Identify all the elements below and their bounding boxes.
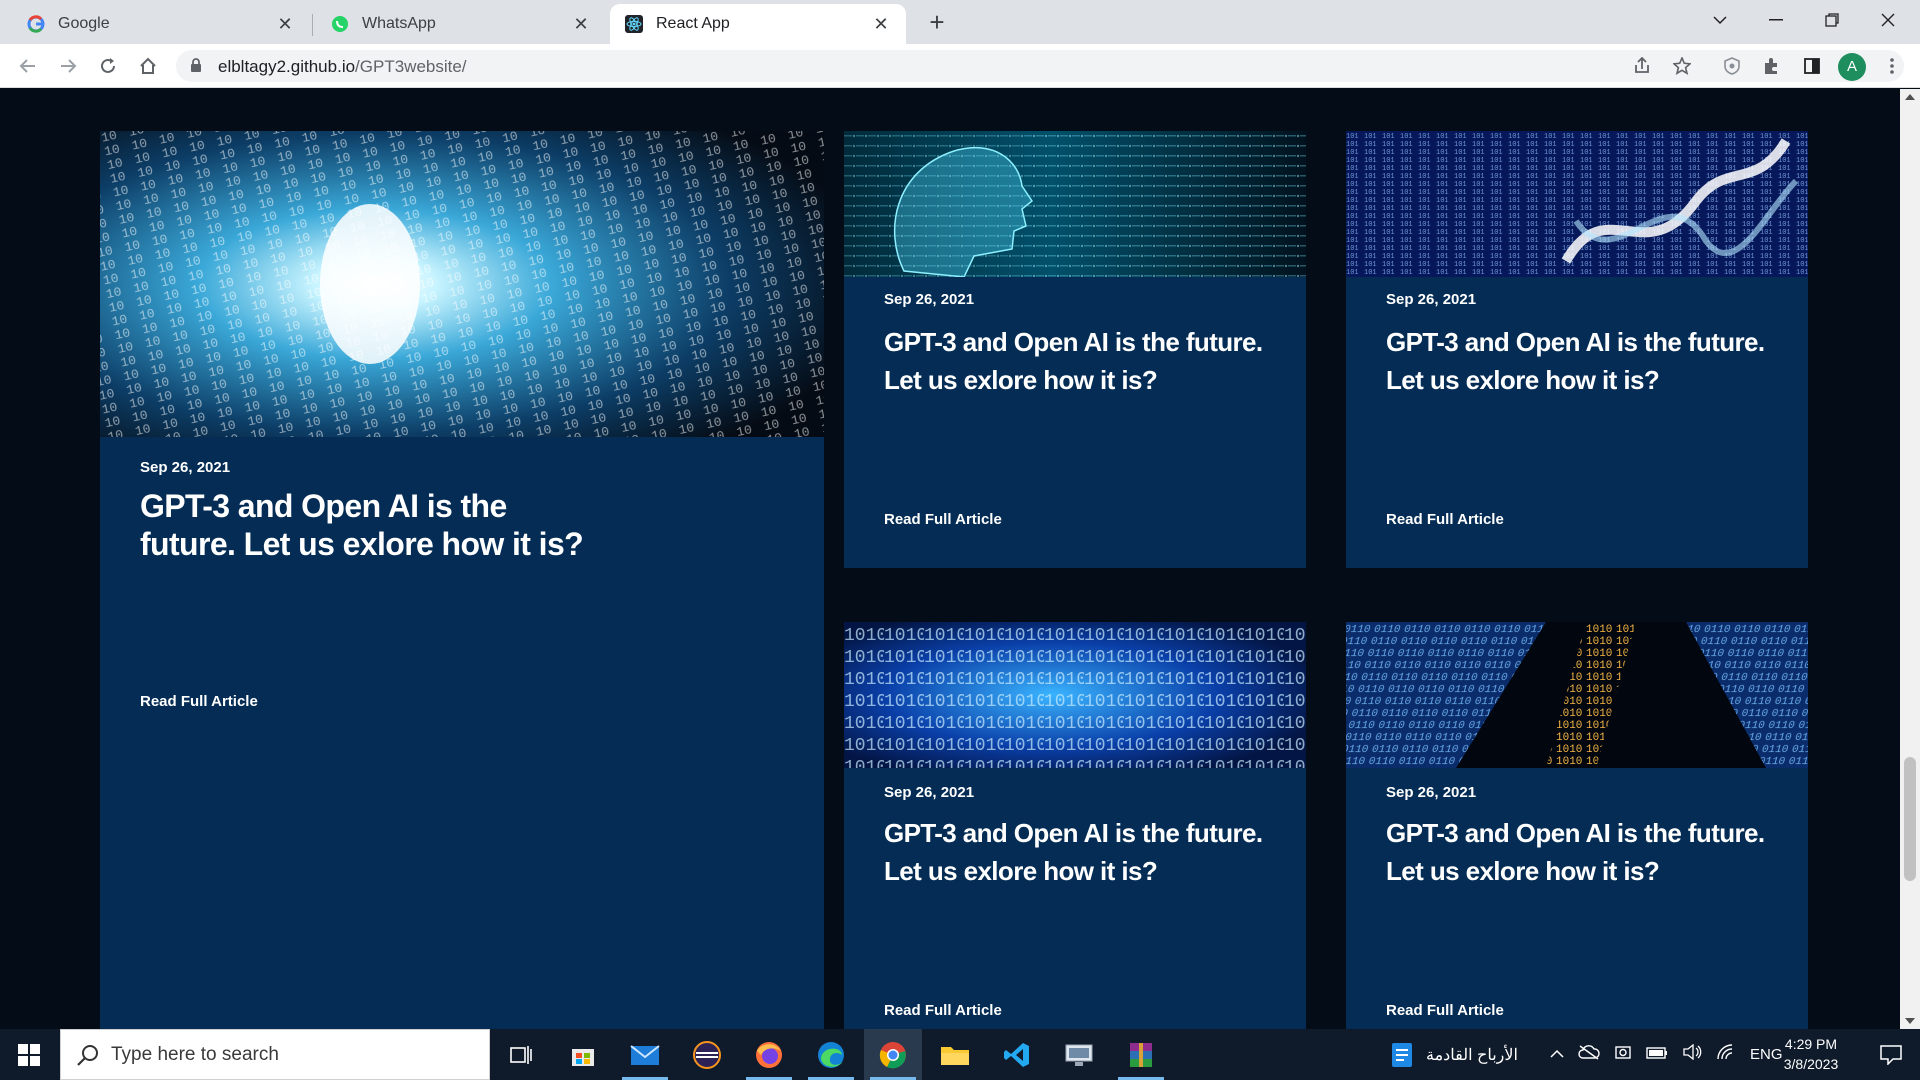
featured-blog-card[interactable]: 10 Sep 26, 2021 GPT-3 and Open AI is the… <box>100 131 824 1029</box>
scroll-up-arrow[interactable] <box>1905 94 1915 100</box>
weather-widget[interactable]: الأرباح القادمة <box>1390 1029 1518 1080</box>
binary-tunnel-image: 10 <box>100 131 824 437</box>
browser-toolbar: elbltagy2.github.io/GPT3website/ A <box>0 44 1920 88</box>
read-full-article-link[interactable]: Read Full Article <box>1386 511 1504 528</box>
post-title[interactable]: GPT-3 and Open AI is the future. Let us … <box>1386 814 1806 890</box>
shield-extension-icon[interactable] <box>1716 50 1748 82</box>
url-path: /GPT3website/ <box>355 57 467 76</box>
tab-search-icon[interactable] <box>1692 0 1748 40</box>
post-title[interactable]: GPT-3 and Open AI is the future. Let us … <box>1386 323 1806 399</box>
blog-card[interactable]: 0110 1010 Sep 26, 2021 GPT-3 and Open AI… <box>1346 622 1808 1029</box>
ai-head-image <box>844 131 1306 277</box>
binary-blue-image: 1010 <box>844 622 1306 768</box>
blog-card[interactable]: 1010 Sep 26, 2021 GPT-3 and Open AI is t… <box>844 622 1306 1029</box>
google-icon <box>26 14 46 34</box>
notification-icon[interactable] <box>1862 1029 1920 1080</box>
windows-taskbar: Type here to search الأرباح القادمة ENG … <box>0 1029 1920 1080</box>
back-button[interactable] <box>12 50 44 82</box>
forward-button[interactable] <box>52 50 84 82</box>
post-date: Sep 26, 2021 <box>140 459 231 476</box>
react-icon <box>624 14 644 34</box>
page-scrollbar[interactable] <box>1900 89 1920 1029</box>
eclipse-icon[interactable] <box>678 1029 736 1080</box>
clock-date: 3/8/2023 <box>1783 1056 1839 1072</box>
read-full-article-link[interactable]: Read Full Article <box>884 511 1002 528</box>
post-date: Sep 26, 2021 <box>1386 291 1477 308</box>
winrar-icon[interactable] <box>1112 1029 1170 1080</box>
tab-react-app[interactable]: React App ✕ <box>610 4 906 44</box>
camera-icon[interactable] <box>1614 1044 1632 1065</box>
read-full-article-link[interactable]: Read Full Article <box>884 1002 1002 1019</box>
reload-button[interactable] <box>92 50 124 82</box>
bookmark-star-icon[interactable] <box>1666 50 1698 82</box>
post-title[interactable]: GPT-3 and Open AI is the future. Let us … <box>884 814 1304 890</box>
profile-avatar[interactable]: A <box>1838 53 1866 81</box>
scrollbar-thumb[interactable] <box>1904 757 1916 881</box>
search-icon <box>77 1044 99 1071</box>
post-title[interactable]: GPT-3 and Open AI is the future. Let us … <box>884 323 1304 399</box>
close-icon[interactable]: ✕ <box>274 13 296 35</box>
binary-dna-image: 101 <box>1346 131 1808 277</box>
url-host: elbltagy2.github.io <box>218 57 356 76</box>
lock-icon[interactable] <box>190 58 202 78</box>
page-viewport: 10 Sep 26, 2021 GPT-3 and Open AI is the… <box>0 89 1900 1029</box>
post-date: Sep 26, 2021 <box>884 784 975 801</box>
scroll-down-arrow[interactable] <box>1905 1018 1915 1024</box>
tab-google[interactable]: Google ✕ <box>12 4 310 44</box>
news-icon <box>1392 1042 1412 1067</box>
weather-text: الأرباح القادمة <box>1426 1046 1518 1064</box>
minimize-button[interactable] <box>1748 0 1804 40</box>
file-explorer-icon[interactable] <box>926 1029 984 1080</box>
tab-title: React App <box>656 15 730 32</box>
onedrive-offline-icon[interactable] <box>1578 1044 1600 1065</box>
firefox-icon[interactable] <box>740 1029 798 1080</box>
tab-divider <box>312 14 313 36</box>
share-icon[interactable] <box>1626 50 1658 82</box>
blog-card[interactable]: Sep 26, 2021 GPT-3 and Open AI is the fu… <box>844 131 1306 568</box>
side-panel-icon[interactable] <box>1796 50 1828 82</box>
post-date: Sep 26, 2021 <box>1386 784 1477 801</box>
taskbar-search-box[interactable]: Type here to search <box>60 1029 490 1080</box>
system-tray: ENG <box>1550 1029 1783 1080</box>
menu-kebab-icon[interactable] <box>1876 50 1908 82</box>
new-tab-button[interactable]: + <box>922 8 952 38</box>
vscode-icon[interactable] <box>988 1029 1046 1080</box>
restore-button[interactable] <box>1804 0 1860 40</box>
mail-icon[interactable] <box>616 1029 674 1080</box>
post-date: Sep 26, 2021 <box>884 291 975 308</box>
taskbar-clock[interactable]: 4:29 PM 3/8/2023 <box>1766 1034 1856 1074</box>
blog-card[interactable]: 101 Sep 26, 2021 GPT-3 and Open AI is th… <box>1346 131 1808 568</box>
post-title[interactable]: GPT-3 and Open AI is the future. Let us … <box>140 487 600 563</box>
clock-time: 4:29 PM <box>1784 1036 1838 1052</box>
close-icon[interactable]: ✕ <box>570 13 592 35</box>
wifi-icon[interactable] <box>1716 1044 1736 1065</box>
windows-start-icon[interactable] <box>0 1029 58 1080</box>
tab-title: WhatsApp <box>362 15 436 32</box>
binary-gold-image: 0110 1010 <box>1346 622 1808 768</box>
url-text: elbltagy2.github.io/GPT3website/ <box>218 57 467 77</box>
search-placeholder: Type here to search <box>111 1044 279 1065</box>
microsoft-store-icon[interactable] <box>554 1029 612 1080</box>
extensions-puzzle-icon[interactable] <box>1756 50 1788 82</box>
chrome-icon[interactable] <box>864 1029 922 1080</box>
volume-icon[interactable] <box>1682 1043 1702 1065</box>
remote-desktop-icon[interactable] <box>1050 1029 1108 1080</box>
edge-icon[interactable] <box>802 1029 860 1080</box>
task-view-icon[interactable] <box>492 1029 550 1080</box>
close-window-button[interactable] <box>1860 0 1916 40</box>
tab-strip: Google ✕ WhatsApp ✕ React App ✕ + <box>0 0 1920 44</box>
chevron-up-icon[interactable] <box>1550 1046 1564 1064</box>
read-full-article-link[interactable]: Read Full Article <box>1386 1002 1504 1019</box>
home-button[interactable] <box>132 50 164 82</box>
tab-whatsapp[interactable]: WhatsApp ✕ <box>316 4 606 44</box>
close-icon[interactable]: ✕ <box>870 13 892 35</box>
battery-icon[interactable] <box>1646 1046 1668 1064</box>
tab-title: Google <box>58 15 110 32</box>
whatsapp-icon <box>330 14 350 34</box>
read-full-article-link[interactable]: Read Full Article <box>140 693 258 710</box>
